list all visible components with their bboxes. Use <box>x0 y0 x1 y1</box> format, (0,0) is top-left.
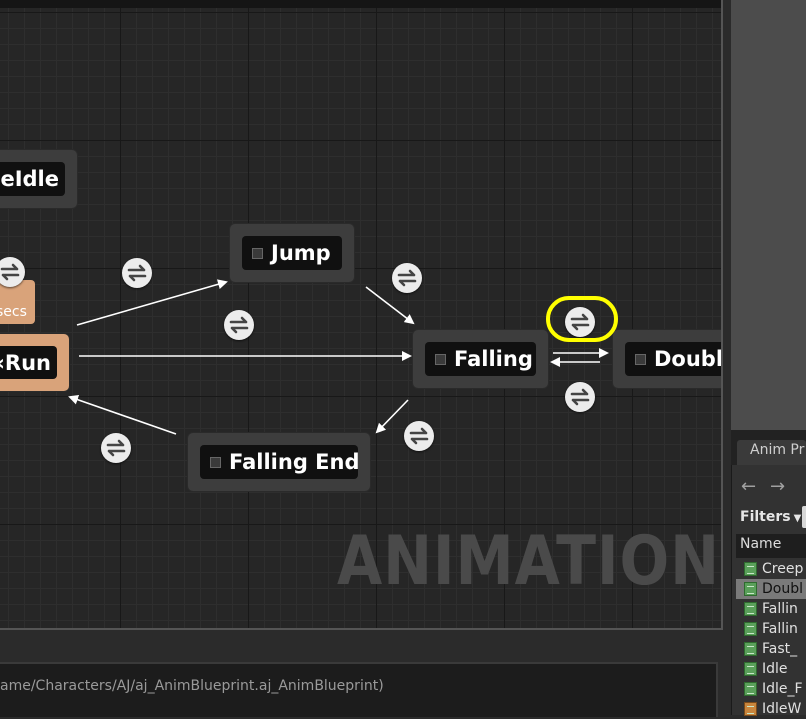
asset-list-item[interactable]: Fast_ <box>736 639 806 659</box>
anim-montage-icon <box>744 702 757 716</box>
state-node-falling-end-label: Falling End <box>229 450 358 474</box>
asset-label: Idle <box>762 661 788 677</box>
panel-divider[interactable] <box>723 0 731 715</box>
asset-path-text: ame/Characters/AJ/aj_AnimBlueprint.aj_An… <box>0 678 384 694</box>
chevron-down-icon: ▼ <box>793 513 802 524</box>
wire-falling-end-to-run <box>68 394 177 435</box>
state-node-icon <box>635 353 646 365</box>
anim-sequence-icon <box>744 582 757 596</box>
state-node-run[interactable]: ‹Run <box>0 334 69 391</box>
name-column-header[interactable]: Name <box>736 534 806 558</box>
forward-arrow-icon[interactable]: → <box>770 476 785 497</box>
anim-sequence-icon <box>744 562 757 576</box>
anim-sequence-icon <box>744 662 757 676</box>
asset-list-item[interactable]: Idle_F <box>736 679 806 699</box>
anim-sequence-icon <box>744 682 757 696</box>
asset-label: Idle_F <box>762 681 803 697</box>
search-box[interactable] <box>802 506 806 528</box>
state-node-icon <box>435 353 446 365</box>
asset-list-item[interactable]: Idle <box>736 659 806 679</box>
filters-dropdown[interactable]: Filters ▼ <box>740 509 801 525</box>
asset-label: Doubl <box>762 581 803 597</box>
state-node-icon <box>210 456 221 468</box>
state-node-icon <box>252 247 263 259</box>
state-node-double[interactable]: Double <box>613 330 721 388</box>
state-node-run-label: ‹Run <box>0 350 51 375</box>
state-node-jump-label: Jump <box>271 241 331 265</box>
transition-rule-icon[interactable] <box>224 310 254 340</box>
asset-list-item[interactable]: Fallin <box>736 599 806 619</box>
transition-rule-icon[interactable] <box>0 257 25 287</box>
asset-list-item[interactable]: Creep <box>736 559 806 579</box>
asset-label: Creep <box>762 561 804 577</box>
asset-list-item[interactable]: IdleW <box>736 699 806 719</box>
state-node-falling-end[interactable]: Falling End <box>188 433 370 491</box>
anim-sequence-icon <box>744 602 757 616</box>
transition-rule-icon[interactable] <box>101 433 131 463</box>
state-node-falling[interactable]: Falling <box>413 330 548 388</box>
transition-rule-icon[interactable] <box>404 421 434 451</box>
details-panel <box>731 0 806 430</box>
selected-transition-highlight <box>546 296 618 342</box>
wire-run-to-jump <box>76 279 228 326</box>
asset-list-item[interactable]: Doubl <box>736 579 806 599</box>
asset-label: Fallin <box>762 621 798 637</box>
state-node-double-label: Double <box>654 347 721 371</box>
asset-list-item[interactable]: Fallin <box>736 619 806 639</box>
tab-anim-preview[interactable]: Anim Pr <box>737 440 806 465</box>
state-node-idle-label: eIdle <box>0 167 59 191</box>
anim-graph-canvas[interactable]: ANIMATION eIdle secs ‹Run Jump Falling D… <box>0 0 721 628</box>
asset-label: Fallin <box>762 601 798 617</box>
asset-label: Fast_ <box>762 641 798 657</box>
filters-label: Filters <box>740 509 791 525</box>
state-node-falling-label: Falling <box>454 347 533 371</box>
state-node-idle[interactable]: eIdle <box>0 150 77 208</box>
back-arrow-icon[interactable]: ← <box>741 476 756 497</box>
transition-rule-icon[interactable] <box>122 258 152 288</box>
state-node-jump[interactable]: Jump <box>230 224 354 282</box>
transition-rule-icon[interactable] <box>392 263 422 293</box>
anim-sequence-icon <box>744 642 757 656</box>
transition-rule-icon[interactable] <box>565 382 595 412</box>
anim-sequence-icon <box>744 622 757 636</box>
transition-duration-label: secs <box>0 304 27 320</box>
